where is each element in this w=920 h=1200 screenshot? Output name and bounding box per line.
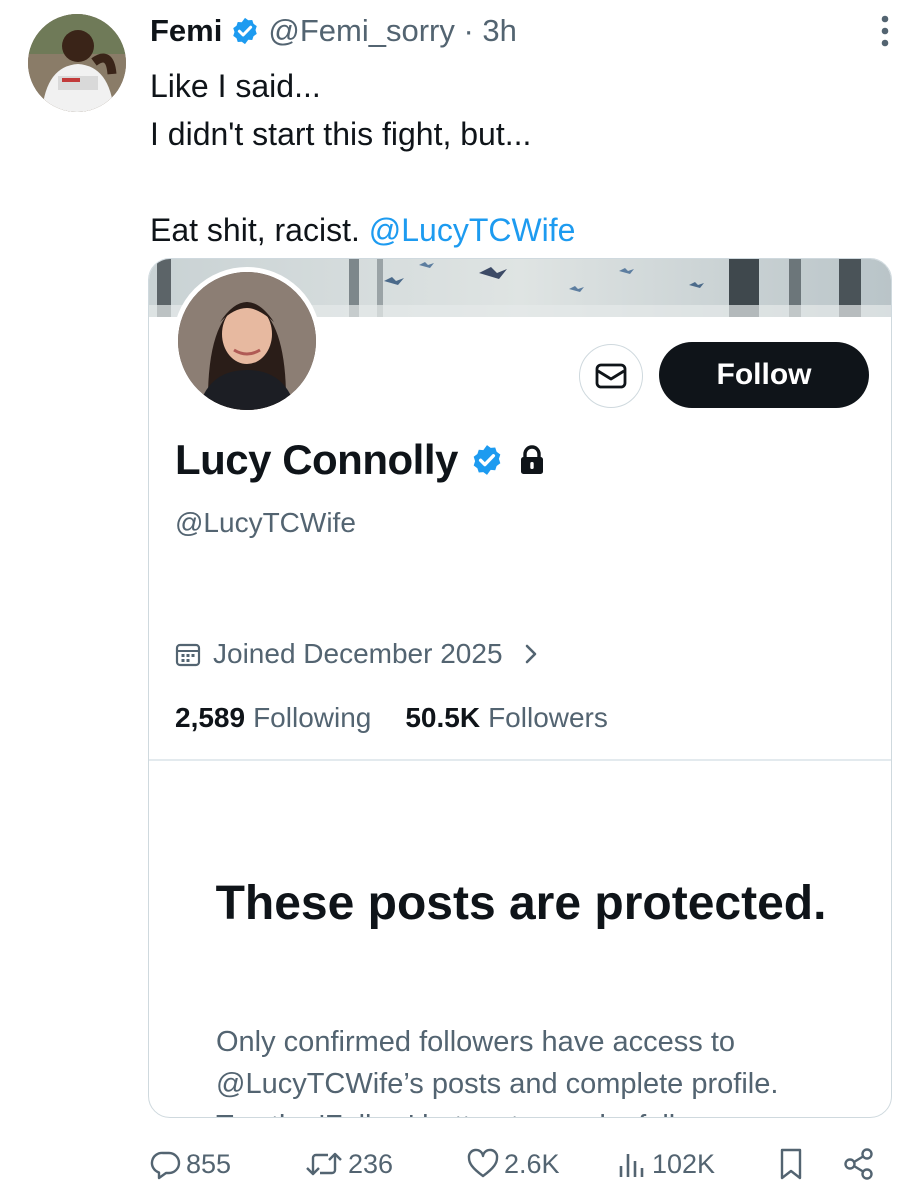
more-icon[interactable]: [880, 14, 890, 48]
tweet-text: Like I said... I didn't start this fight…: [150, 62, 890, 254]
profile-name-row: Lucy Connolly: [175, 435, 546, 485]
mention-link[interactable]: @LucyTCWife: [369, 212, 576, 248]
profile-handle: @LucyTCWife: [175, 507, 356, 538]
profile-card[interactable]: Follow Lucy Connolly @LucyTCWife Joined …: [148, 258, 892, 1118]
reply-button[interactable]: 855: [150, 1142, 231, 1186]
lock-icon: [520, 445, 543, 474]
profile-name: Lucy Connolly: [175, 436, 458, 483]
tweet-actions: 855 236 2.6K 102K: [150, 1142, 890, 1186]
protected-message: Only confirmed followers have access to …: [216, 1021, 856, 1117]
tweet-line: Eat shit, racist.: [150, 212, 369, 248]
following-label: Following: [253, 702, 372, 733]
author-name[interactable]: Femi: [150, 13, 222, 49]
following-count: 2,589: [175, 702, 246, 733]
follow-button[interactable]: Follow: [659, 342, 869, 408]
message-button[interactable]: [579, 344, 643, 408]
followers-count: 50.5K: [405, 702, 481, 733]
protected-message-line: @LucyTCWife’s posts and complete profile…: [216, 1068, 779, 1100]
repost-button[interactable]: 236: [304, 1142, 393, 1186]
repost-count: 236: [348, 1148, 394, 1179]
views-count: 102K: [652, 1148, 716, 1179]
share-button[interactable]: [842, 1142, 880, 1186]
like-count: 2.6K: [504, 1148, 560, 1179]
card-divider: [149, 759, 891, 761]
tweet-header: Femi @Femi_sorry · 3h: [150, 10, 517, 52]
calendar-icon: [175, 643, 201, 667]
author-handle[interactable]: @Femi_sorry: [268, 13, 454, 49]
followers-label: Followers: [488, 702, 608, 733]
verified-badge-icon: [233, 17, 258, 45]
tweet-line: Like I said...: [150, 68, 321, 104]
protected-title: These posts are protected.: [215, 877, 827, 930]
bookmark-icon: [780, 1148, 802, 1180]
reply-count: 855: [186, 1148, 232, 1179]
protected-message-line: Only confirmed followers have access to: [216, 1026, 735, 1058]
like-icon: [467, 1148, 499, 1178]
separator-dot: ·: [463, 13, 474, 48]
author-avatar[interactable]: [28, 14, 126, 112]
tweet-line: [150, 158, 890, 206]
joined-label: Joined December 2025: [213, 638, 503, 669]
tweet-line: I didn't start this fight, but...: [150, 116, 532, 152]
followers-stat[interactable]: 50.5K Followers: [405, 702, 608, 734]
profile-avatar[interactable]: [173, 267, 321, 415]
follow-stats: 2,589 Following 50.5K Followers: [175, 699, 608, 737]
chevron-right-icon[interactable]: [523, 643, 539, 665]
like-button[interactable]: 2.6K: [466, 1142, 560, 1186]
verified-badge-icon: [473, 445, 501, 475]
mail-icon: [595, 363, 627, 389]
protected-message-line: Tap the 'Follow' button to send a follow: [216, 1105, 856, 1117]
repost-icon: [306, 1152, 342, 1176]
views-icon: [619, 1154, 644, 1177]
views-button[interactable]: 102K: [616, 1142, 715, 1186]
tweet-time[interactable]: 3h: [482, 13, 516, 49]
tweet-line-with-mention: Eat shit, racist. @LucyTCWife: [150, 206, 890, 254]
bookmark-button[interactable]: [776, 1142, 810, 1186]
share-icon: [844, 1148, 873, 1180]
joined-date[interactable]: Joined December 2025: [175, 637, 539, 671]
reply-icon: [150, 1151, 181, 1180]
following-stat[interactable]: 2,589 Following: [175, 702, 371, 734]
